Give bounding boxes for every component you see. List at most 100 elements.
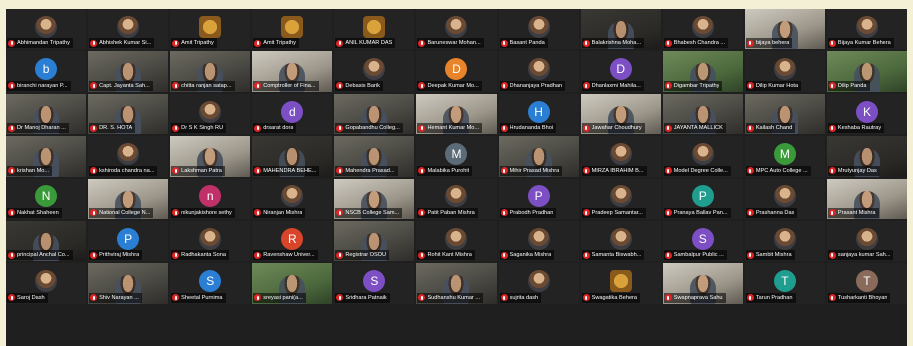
participant-tile[interactable]: Hemant Kumar Mo... xyxy=(416,93,497,135)
participant-tile[interactable]: Mihir Prasad Mishra xyxy=(498,136,579,177)
participant-tile[interactable]: Patit Paban Mishra xyxy=(416,178,497,219)
participant-tile[interactable]: N Nakhat Shaheen xyxy=(6,178,87,219)
participant-tile[interactable]: Sambit Mishra xyxy=(744,220,825,262)
participant-tile[interactable]: Bijaya Kumar Behera xyxy=(826,9,907,50)
participant-tile[interactable]: P Pranaya Ballav Pan... xyxy=(662,178,743,219)
participant-tile[interactable]: Radhakanta Sona xyxy=(170,220,251,262)
participant-tile[interactable]: ANIL KUMAR DAS xyxy=(334,9,415,50)
participant-tile[interactable]: Balakrishna Moha... xyxy=(580,9,661,50)
participant-tile[interactable]: kshiroda chandra na... xyxy=(88,136,169,177)
participant-tile[interactable]: krishan Mo... xyxy=(6,136,87,177)
participant-tile[interactable]: Gopabandhu Colleg... xyxy=(334,93,415,135)
participant-tile[interactable]: Dr S K Singh RU xyxy=(170,93,251,135)
participant-tile[interactable]: Basant Panda xyxy=(498,9,579,50)
participant-avatar: D xyxy=(445,58,468,81)
participant-tile[interactable]: Sudhanshu Kumar ... xyxy=(416,263,497,304)
participant-tile[interactable]: sreyasi pani(a... xyxy=(252,263,333,304)
participant-tile[interactable]: Bhabesh Chandra ... xyxy=(662,9,743,50)
participant-tile[interactable]: Dilip Kumar Hota xyxy=(744,51,825,92)
participant-avatar xyxy=(609,142,632,165)
participant-tile[interactable]: R Ravenshaw Univer... xyxy=(252,220,333,262)
participant-avatar: P xyxy=(527,185,550,208)
participant-tile[interactable]: Saganika Mishra xyxy=(498,220,579,262)
participant-tile[interactable]: P Prabodh Pradhan xyxy=(498,178,579,219)
mic-muted-icon xyxy=(828,124,836,132)
participant-name: bijaya behera xyxy=(755,40,790,47)
mic-muted-icon xyxy=(336,124,344,132)
participant-tile[interactable]: MAHENDRA BEHE... xyxy=(252,136,333,177)
participant-tile[interactable]: chitta ranjan satap... xyxy=(170,51,251,92)
participant-tile[interactable]: Kailash Chand xyxy=(744,93,825,135)
participant-tile[interactable]: Saroj Dash xyxy=(6,263,87,304)
participant-name: Dilip Kumar Hota xyxy=(755,82,799,89)
participant-tile[interactable]: Model Degree Colle... xyxy=(662,136,743,177)
participant-tile[interactable]: Amit Tripathy xyxy=(252,9,333,50)
participant-tile[interactable]: Prashanna Das xyxy=(744,178,825,219)
participant-tile[interactable]: Capt. Jayanta Sah... xyxy=(88,51,169,92)
participant-tile[interactable]: Dr Manoj Dharan ... xyxy=(6,93,87,135)
participant-tile[interactable]: sanjaya kumar Sah... xyxy=(826,220,907,262)
participant-tile[interactable]: principal Anchal Co... xyxy=(6,220,87,262)
participant-tile[interactable]: Comptroller of Fina... xyxy=(252,51,333,92)
participant-tile[interactable]: Mahendra Prasad... xyxy=(334,136,415,177)
participant-tile[interactable]: K Keshaba Rautray xyxy=(826,93,907,135)
participant-tile[interactable]: d drsarat dora xyxy=(252,93,333,135)
participant-name: Radhakanta Sona xyxy=(181,252,226,259)
participant-tile[interactable]: S Sambalpur Public ... xyxy=(662,220,743,262)
participant-tile[interactable]: Abhimandan Tripathy xyxy=(6,9,87,50)
participant-tile[interactable]: Shiv Narayan ... xyxy=(88,263,169,304)
participant-tile[interactable]: n nikunjakishore sethy xyxy=(170,178,251,219)
participant-name: nikunjakishore sethy xyxy=(181,209,232,216)
participant-tile[interactable]: Amit Tripathy xyxy=(170,9,251,50)
participant-tile[interactable]: National College N... xyxy=(88,178,169,219)
participant-tile[interactable]: P Prithviraj Mishra xyxy=(88,220,169,262)
participant-tile[interactable]: Swagatika Behera xyxy=(580,263,661,304)
participant-tile[interactable]: Abhishek Kumar Si... xyxy=(88,9,169,50)
participant-nameplate: Rohit Kant Mishra xyxy=(417,250,475,261)
participant-tile[interactable]: T Tusharkanti Bhoyan xyxy=(826,263,907,304)
mic-muted-icon xyxy=(746,124,754,132)
mic-muted-icon xyxy=(418,82,426,90)
participant-tile[interactable]: Digambar Tripathy xyxy=(662,51,743,92)
participant-tile[interactable]: T Tarun Pradhan xyxy=(744,263,825,304)
participant-nameplate: Shiv Narayan ... xyxy=(89,292,142,303)
participant-tile[interactable]: MIRZA IBRAHIM B... xyxy=(580,136,661,177)
participant-name: Kailash Chand xyxy=(755,125,793,132)
participant-tile[interactable]: bijaya behera xyxy=(744,9,825,50)
participant-tile[interactable]: H Hrudananda Bhoi xyxy=(498,93,579,135)
participant-tile[interactable]: NSCB College Sam... xyxy=(334,178,415,219)
participant-tile[interactable]: b biranchi narayan P... xyxy=(6,51,87,92)
participant-name: Dhanlaxmi Mahila... xyxy=(591,82,641,89)
participant-tile[interactable]: Dilip Panda xyxy=(826,51,907,92)
participant-name: Swapnaprava Sahu xyxy=(673,294,723,301)
participant-avatar xyxy=(527,58,550,81)
participant-tile[interactable]: S Sheetal Purnima xyxy=(170,263,251,304)
participant-nameplate: Swagatika Behera xyxy=(581,292,641,303)
participant-tile[interactable]: Samanta Biswabh... xyxy=(580,220,661,262)
participant-nameplate: Nakhat Shaheen xyxy=(7,207,62,218)
participant-tile[interactable]: Prasant Mishra xyxy=(826,178,907,219)
participant-avatar xyxy=(855,15,878,38)
participant-tile[interactable]: Swapnaprava Sahu xyxy=(662,263,743,304)
participant-tile[interactable]: Mrutyunjay Das xyxy=(826,136,907,177)
mic-muted-icon xyxy=(172,167,180,174)
participant-tile[interactable]: Niranjan Mishra xyxy=(252,178,333,219)
participant-tile[interactable]: Dhananjaya Pradhan xyxy=(498,51,579,92)
participant-tile[interactable]: Registrar OSOU xyxy=(334,220,415,262)
participant-avatar xyxy=(527,227,550,250)
participant-tile[interactable]: S Sridhara Patnaik xyxy=(334,263,415,304)
participant-tile[interactable]: sujrita dash xyxy=(498,263,579,304)
participant-tile[interactable]: Debasis Barik xyxy=(334,51,415,92)
participant-tile[interactable]: M MPC Auto College ... xyxy=(744,136,825,177)
participant-tile[interactable]: Rohit Kant Mishra xyxy=(416,220,497,262)
participant-tile[interactable]: M Malabika Purohit xyxy=(416,136,497,177)
participant-tile[interactable]: D Deepak Kumar Mo... xyxy=(416,51,497,92)
participant-tile[interactable]: Lakshman Patra xyxy=(170,136,251,177)
participant-tile[interactable]: D Dhanlaxmi Mahila... xyxy=(580,51,661,92)
participant-tile[interactable]: Pradeep Samantar... xyxy=(580,178,661,219)
participant-tile[interactable]: JAYANTA MALLICK xyxy=(662,93,743,135)
participant-tile[interactable]: DR. S. HOTA xyxy=(88,93,169,135)
participant-name: Pradeep Samantar... xyxy=(591,209,643,216)
participant-tile[interactable]: Jawahar Choudhury xyxy=(580,93,661,135)
participant-tile[interactable]: Baruneswar Mohan... xyxy=(416,9,497,50)
